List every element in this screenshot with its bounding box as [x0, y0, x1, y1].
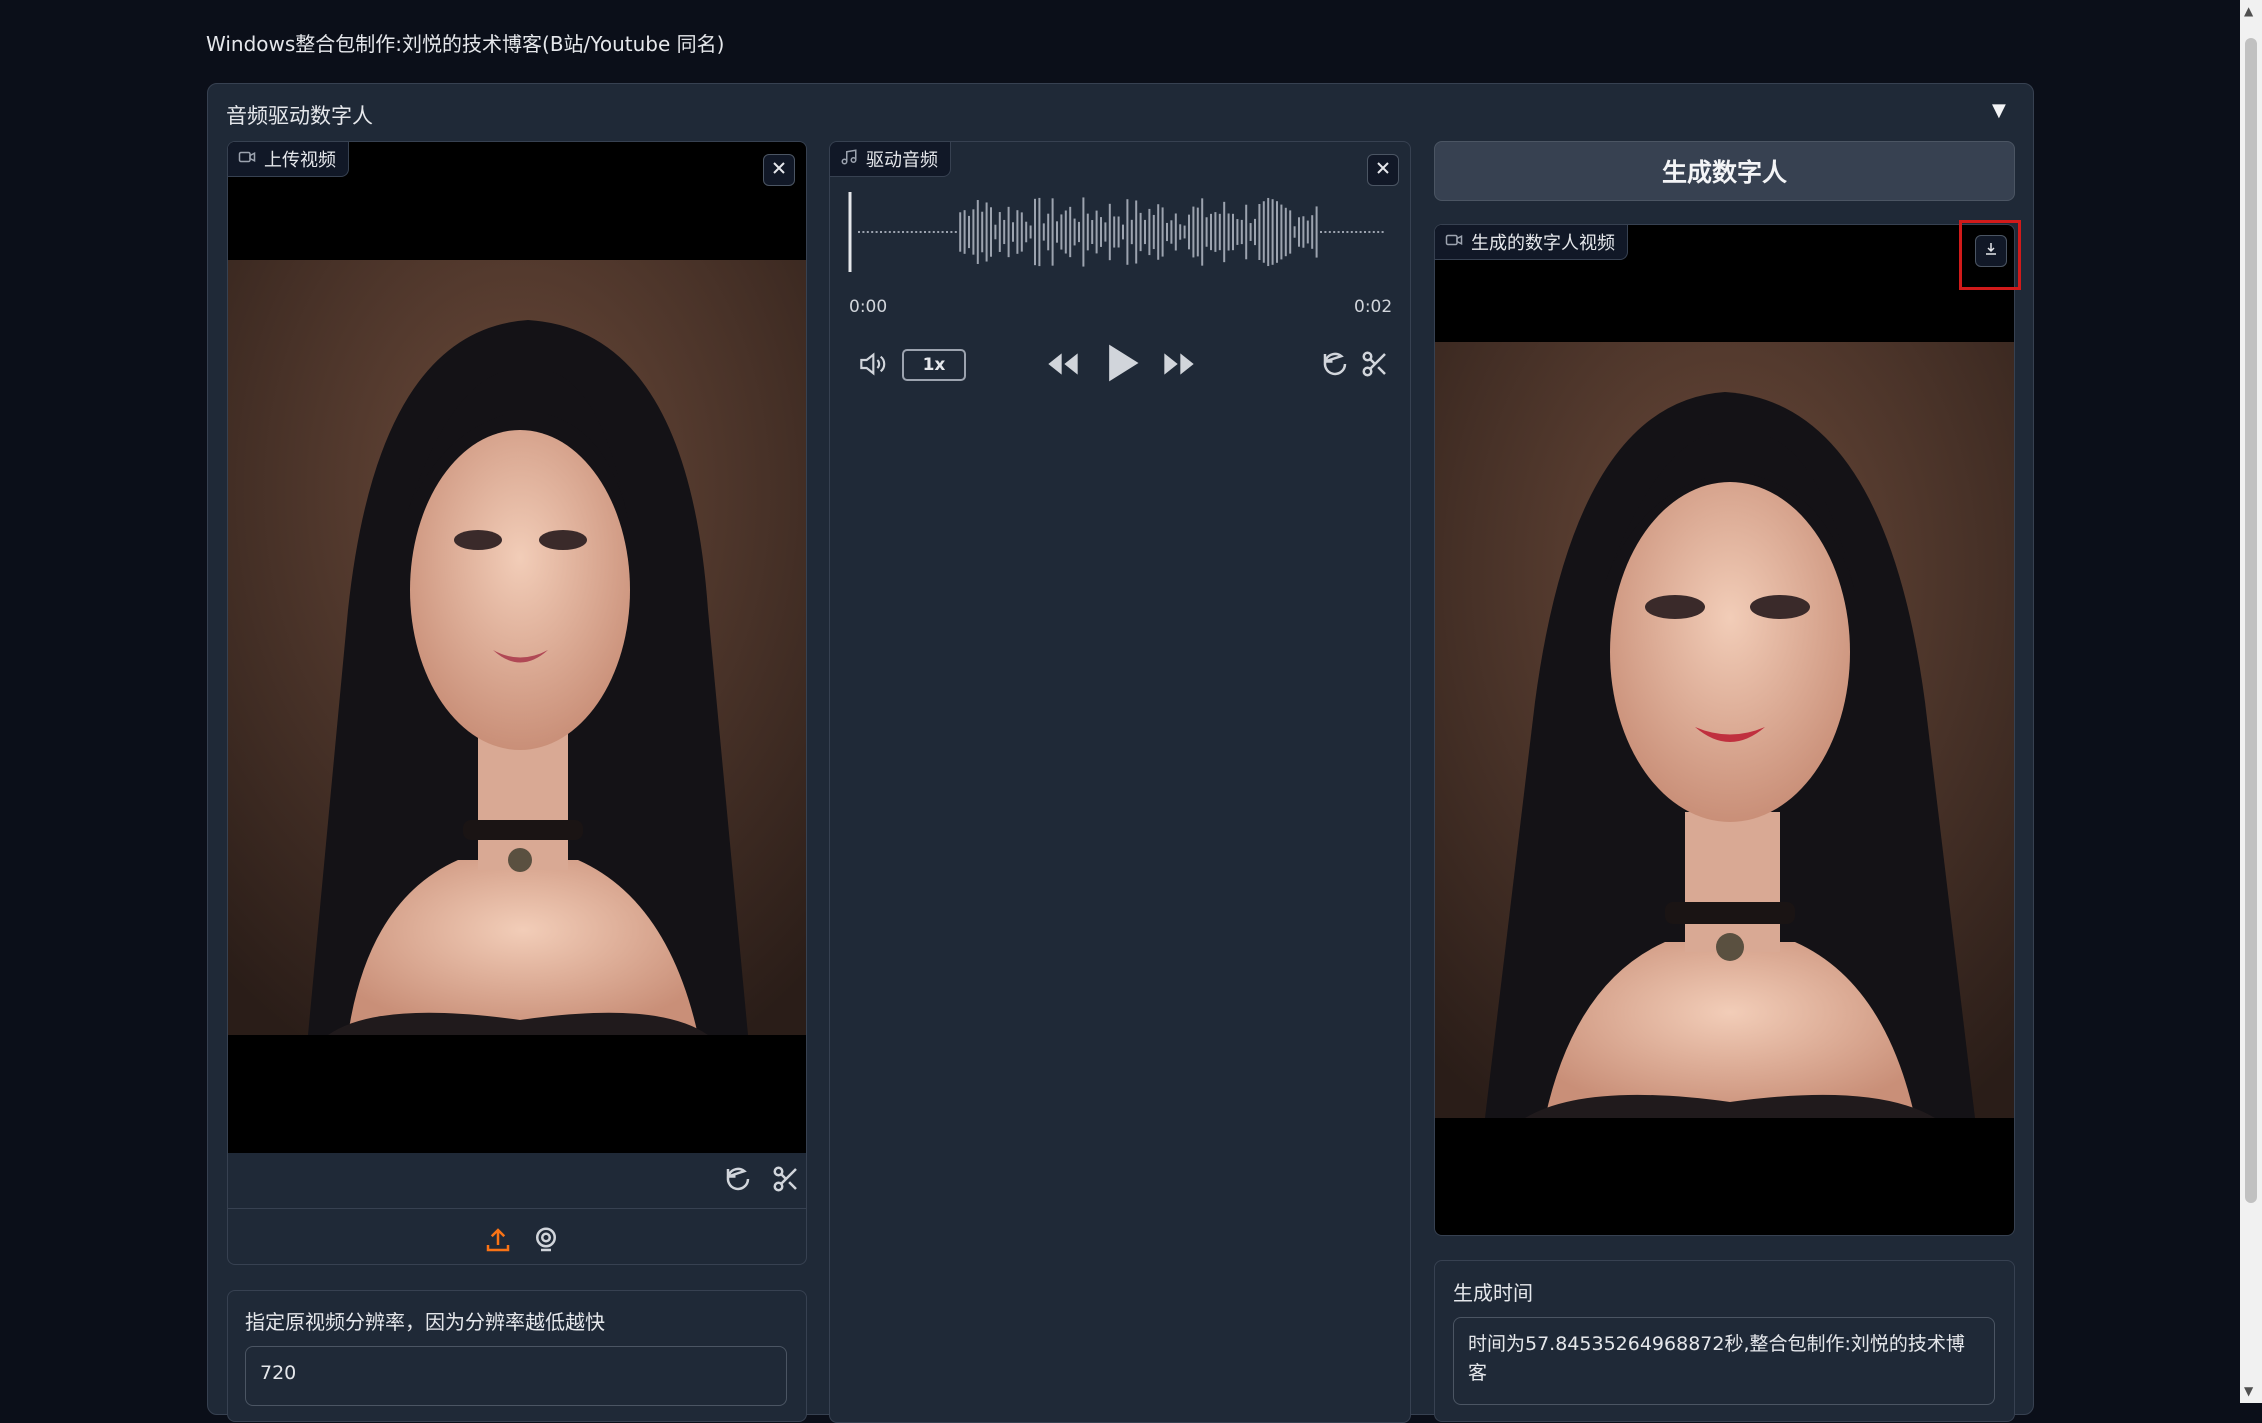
- play-icon[interactable]: [1102, 341, 1142, 389]
- undo-icon[interactable]: [723, 1164, 753, 1198]
- output-video-label: 生成的数字人视频: [1471, 233, 1615, 254]
- accordion-title[interactable]: 音频驱动数字人: [226, 100, 373, 130]
- audio-waveform[interactable]: [848, 192, 1388, 272]
- uploaded-video-frame-image: [228, 260, 806, 1035]
- playback-speed-button[interactable]: 1x: [902, 349, 966, 381]
- upload-video-label: 上传视频: [264, 150, 336, 171]
- scissors-icon[interactable]: [1360, 349, 1390, 383]
- music-icon: [840, 148, 858, 171]
- close-icon: [771, 160, 787, 180]
- drive-audio-label: 驱动音频: [866, 150, 938, 171]
- page-header-title: Windows整合包制作:刘悦的技术博客(B站/Youtube 同名): [206, 32, 725, 56]
- undo-icon[interactable]: [1320, 349, 1350, 383]
- upload-video-panel: 上传视频: [227, 141, 807, 1265]
- upload-icon[interactable]: [483, 1225, 513, 1259]
- drive-audio-panel: 驱动音频 0:00 0:02: [829, 141, 1411, 1423]
- collapse-toggle-icon[interactable]: ▼: [1992, 100, 2006, 121]
- resolution-input[interactable]: 720: [245, 1346, 787, 1406]
- download-button[interactable]: [1975, 235, 2007, 267]
- panel-divider: [228, 1208, 806, 1209]
- scissors-icon[interactable]: [771, 1164, 801, 1198]
- webcam-icon[interactable]: [531, 1225, 561, 1259]
- output-video-label-tag: 生成的数字人视频: [1435, 225, 1628, 260]
- generation-time-output[interactable]: 时间为57.84535264968872秒,整合包制作:刘悦的技术博客: [1453, 1317, 1995, 1405]
- scroll-down-icon[interactable]: ▼: [2244, 1384, 2253, 1398]
- resolution-label: 指定原视频分辨率，因为分辨率越低越快: [245, 1310, 605, 1334]
- generation-time-label: 生成时间: [1453, 1281, 1533, 1305]
- audio-time-end: 0:02: [1354, 297, 1393, 317]
- video-icon: [1445, 231, 1463, 254]
- volume-icon[interactable]: [856, 348, 888, 384]
- download-icon: [1983, 241, 1999, 261]
- upload-video-label-tag: 上传视频: [228, 142, 349, 177]
- fast-forward-icon[interactable]: [1160, 348, 1198, 384]
- drive-audio-label-tag: 驱动音频: [830, 142, 951, 177]
- close-icon: [1375, 160, 1391, 180]
- generate-digital-human-button[interactable]: 生成数字人: [1434, 141, 2015, 201]
- video-edit-toolbar: [723, 1164, 801, 1198]
- close-audio-button[interactable]: [1367, 154, 1399, 186]
- video-icon: [238, 148, 256, 171]
- video-source-toolbar: [483, 1225, 561, 1259]
- audio-time-start: 0:00: [849, 297, 888, 317]
- scrollbar-thumb[interactable]: [2245, 38, 2257, 1203]
- scroll-up-icon[interactable]: ▲: [2244, 4, 2253, 18]
- close-video-button[interactable]: [763, 154, 795, 186]
- output-video-frame-image: [1435, 342, 2014, 1118]
- output-video-panel: 生成的数字人视频: [1434, 224, 2015, 1236]
- rewind-icon[interactable]: [1044, 348, 1082, 384]
